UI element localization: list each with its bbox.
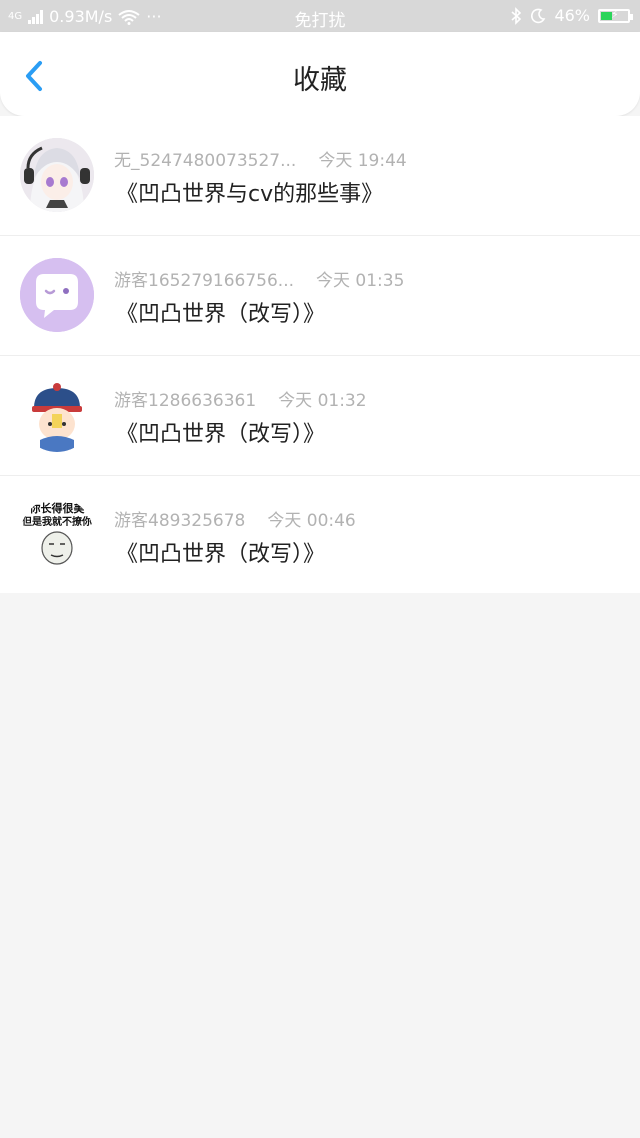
timestamp: 今天 01:32 bbox=[278, 391, 367, 411]
avatar[interactable] bbox=[20, 378, 94, 452]
item-meta: 游客489325678 今天 00:46 bbox=[114, 506, 356, 531]
moon-icon bbox=[531, 8, 546, 23]
page-title: 收藏 bbox=[293, 65, 347, 96]
favorites-list: 无_5247480073527... 今天 19:44 《凹凸世界与cv的那些事》… bbox=[0, 116, 640, 593]
favorite-item[interactable]: 游客165279166756... 今天 01:35 《凹凸世界（改写）》 bbox=[0, 236, 640, 356]
battery-icon: ⚡ bbox=[598, 7, 633, 23]
qing-official-avatar-icon bbox=[20, 378, 94, 452]
avatar[interactable] bbox=[20, 258, 94, 332]
timestamp: 今天 00:46 bbox=[267, 511, 356, 531]
favorite-item[interactable]: 游客1286636361 今天 01:32 《凹凸世界（改写）》 bbox=[0, 356, 640, 476]
timestamp: 今天 19:44 bbox=[318, 151, 407, 171]
avatar[interactable]: 你长得很美 但是我就不撩你 bbox=[20, 498, 94, 572]
story-title[interactable]: 《凹凸世界（改写）》 bbox=[116, 416, 325, 448]
status-bar: 4G 0.93M/s ··· 免打扰 46% ⚡ bbox=[0, 0, 640, 32]
item-meta: 无_5247480073527... 今天 19:44 bbox=[114, 146, 407, 171]
story-title[interactable]: 《凹凸世界（改写）》 bbox=[116, 536, 325, 568]
anime-girl-avatar-icon bbox=[20, 138, 94, 212]
meme-sticker-avatar-icon: 你长得很美 但是我就不撩你 bbox=[20, 498, 94, 572]
favorite-item[interactable]: 你长得很美 但是我就不撩你 游客489325678 今天 00:46 《凹凸世界（… bbox=[0, 476, 640, 595]
header: 收藏 bbox=[0, 32, 640, 116]
avatar[interactable] bbox=[20, 138, 94, 212]
story-title[interactable]: 《凹凸世界（改写）》 bbox=[116, 296, 325, 328]
sticker-caption-line2: 但是我就不撩你 bbox=[21, 515, 92, 528]
chat-bubble-avatar-icon bbox=[20, 258, 94, 332]
item-meta: 游客165279166756... 今天 01:35 bbox=[114, 266, 404, 291]
battery-percent: 46% bbox=[554, 6, 590, 25]
favorite-item[interactable]: 无_5247480073527... 今天 19:44 《凹凸世界与cv的那些事》 bbox=[0, 116, 640, 236]
username: 无_5247480073527... bbox=[114, 151, 297, 171]
sticker-caption-line1: 你长得很美 bbox=[29, 501, 86, 515]
username: 游客1286636361 bbox=[114, 391, 257, 411]
username: 游客489325678 bbox=[114, 511, 246, 531]
status-right: 46% ⚡ bbox=[510, 6, 633, 25]
bluetooth-icon bbox=[511, 6, 522, 25]
story-title[interactable]: 《凹凸世界与cv的那些事》 bbox=[116, 176, 383, 208]
timestamp: 今天 01:35 bbox=[316, 271, 405, 291]
item-meta: 游客1286636361 今天 01:32 bbox=[114, 386, 367, 411]
charging-bolt-icon: ⚡ bbox=[611, 7, 619, 21]
username: 游客165279166756... bbox=[114, 271, 295, 291]
